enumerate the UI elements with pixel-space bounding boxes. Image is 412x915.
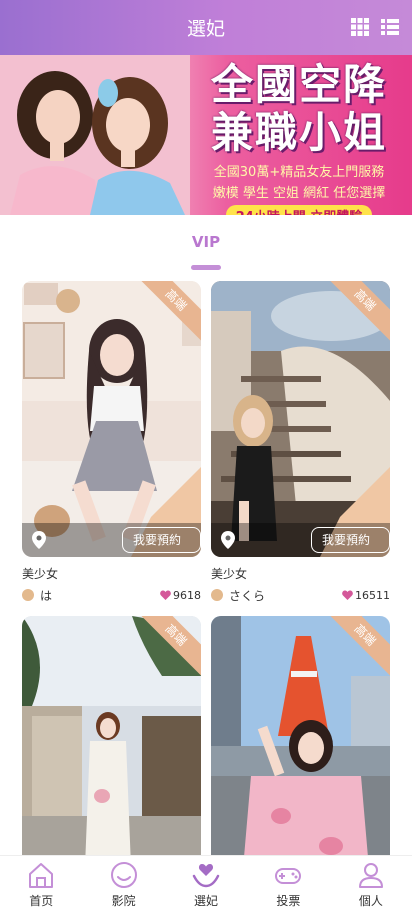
tab-active-indicator [191, 265, 221, 270]
bottom-nav: 首页 影院 選妃 投票 個人 [0, 855, 412, 915]
card-likes: 16511 [342, 589, 390, 602]
nav-label-select: 選妃 [194, 894, 219, 908]
user-avatar-icon [211, 589, 223, 601]
nav-label-home: 首页 [29, 894, 54, 908]
premium-badge: 高端 [132, 616, 201, 679]
nav-label-vote: 投票 [276, 894, 301, 908]
grid-view-icon[interactable] [350, 17, 370, 37]
card-likes: 9618 [160, 589, 201, 602]
card-username: さくら [229, 588, 266, 603]
gamepad-icon [275, 868, 302, 884]
premium-badge: 高端 [132, 281, 201, 344]
user-avatar-icon [22, 589, 34, 601]
page: 選妃 全國空降 兼職小姐 全國30萬+精品女友上門服務 嫩模 學生 空姐 網紅 … [0, 0, 412, 915]
card-meta: さくら 16511 [211, 587, 390, 604]
location-icon [32, 531, 46, 549]
nav-item-profile[interactable]: 個人 [330, 856, 412, 915]
card-meta: は 9618 [22, 587, 201, 604]
book-button[interactable]: 我要預約 [122, 527, 201, 553]
banner-headline-2: 兼職小姐 [210, 108, 387, 157]
heart-icon [342, 590, 353, 600]
heart-icon [160, 590, 171, 600]
card-likes-count: 9618 [173, 588, 201, 602]
banner-text: 全國空降 兼職小姐 全國30萬+精品女友上門服務 嫩模 學生 空姐 網紅 任您選… [186, 55, 412, 215]
card-name: 美少女 [211, 567, 248, 581]
nav-item-vote[interactable]: 投票 [247, 856, 329, 915]
card-username: は [40, 588, 53, 603]
smile-icon [110, 862, 137, 888]
girl-card[interactable]: 高端 我要預約 美少女 さくら 16511 [211, 281, 390, 604]
banner-cta: 24小時上門 立即體驗 [225, 205, 373, 215]
card-photo[interactable]: 高端 我要預約 [22, 281, 201, 557]
banner-subtitle-2: 嫩模 學生 空姐 網紅 任您選擇 [212, 186, 386, 201]
girl-card[interactable]: 高端 [22, 616, 201, 892]
top-header: 選妃 [0, 0, 412, 55]
view-toggle [350, 17, 400, 37]
page-title: 選妃 [186, 18, 225, 40]
card-photo[interactable]: 高端 [211, 616, 390, 892]
book-button[interactable]: 我要預約 [311, 527, 390, 553]
list-view-icon[interactable] [380, 17, 400, 37]
banner-headline-1: 全國空降 [210, 60, 387, 109]
tab-vip-label: VIP [191, 233, 221, 251]
girl-card[interactable]: 高端 我要預約 美少女 は 9618 [22, 281, 201, 604]
card-photo[interactable]: 高端 我要預約 [211, 281, 390, 557]
promo-banner[interactable]: 全國空降 兼職小姐 全國30萬+精品女友上門服務 嫩模 學生 空姐 網紅 任您選… [0, 55, 412, 215]
card-user: さくら [211, 587, 265, 604]
nav-item-home[interactable]: 首页 [0, 856, 82, 915]
home-icon [29, 863, 54, 888]
nav-label-cinema: 影院 [111, 894, 136, 908]
location-icon [221, 531, 235, 549]
card-user: は [22, 587, 52, 604]
card-likes-count: 16511 [355, 588, 390, 602]
banner-models-image [0, 55, 190, 215]
card-photo[interactable]: 高端 [22, 616, 201, 892]
premium-badge: 高端 [321, 616, 390, 679]
nav-label-profile: 個人 [358, 894, 383, 908]
card-name: 美少女 [22, 567, 59, 581]
girl-card[interactable]: 高端 [211, 616, 390, 892]
tab-vip[interactable]: VIP [180, 232, 232, 270]
premium-badge: 高端 [321, 281, 390, 344]
nav-item-select[interactable]: 選妃 [165, 856, 247, 915]
nav-item-cinema[interactable]: 影院 [82, 856, 164, 915]
heart-hand-icon [192, 864, 220, 888]
person-icon [358, 863, 383, 888]
banner-subtitle-1: 全國30萬+精品女友上門服務 [213, 165, 385, 180]
